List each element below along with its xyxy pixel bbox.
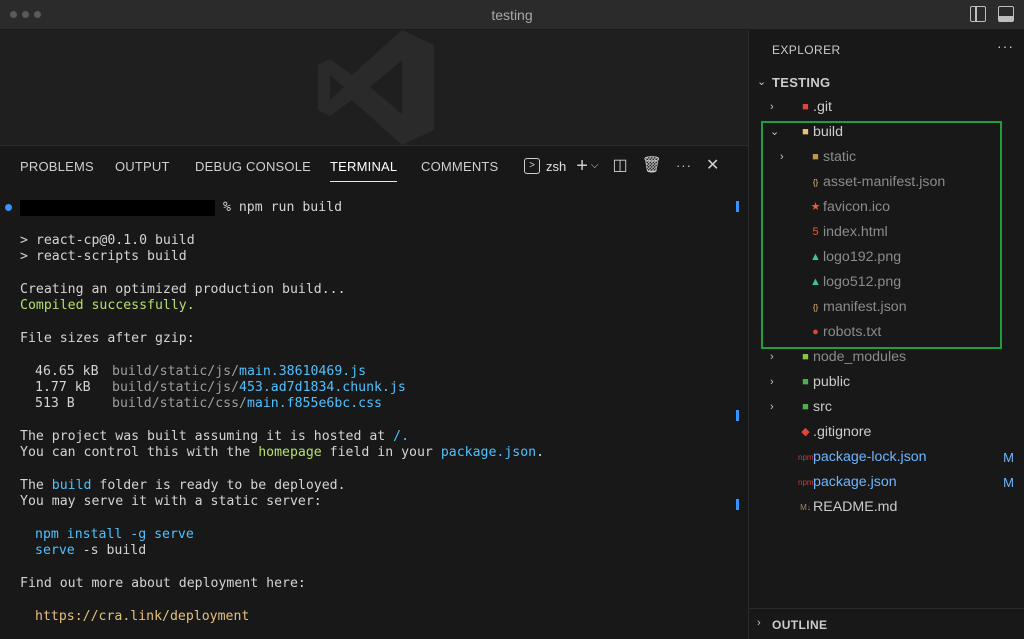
scroll-marker [736,201,739,212]
terminal-line: You may serve it with a static server: [20,494,322,509]
tree-item[interactable]: › ■ public [749,370,1024,395]
panel-actions: > zsh + ⌵ ◫ 🗑 ··· ✕ [524,156,719,176]
terminal-line: serve -s build [35,543,147,558]
src-folder-icon: ■ [802,401,809,413]
scroll-marker [736,410,739,421]
tree-item[interactable]: npm package-lock.json M [749,445,1024,470]
command-decoration-icon [5,204,12,211]
split-terminal-icon[interactable]: ◫ [613,158,628,174]
tab-output[interactable]: OUTPUT [115,159,170,174]
markdown-icon: M↓ [800,503,811,512]
chevron-right-icon: › [757,617,761,629]
node-folder-icon: ■ [802,351,809,363]
file-size-row: 513 Bbuild/static/css/main.f855e6bc.css [35,396,382,411]
shell-label[interactable]: zsh [546,159,566,174]
workspace-root[interactable]: ⌄ TESTING [749,70,1024,95]
modified-badge: M [1003,475,1014,490]
vscode-watermark-icon [318,30,434,145]
explorer-title: EXPLORER [772,43,841,57]
success-line: Compiled successfully. [20,298,195,313]
tree-item-label: src [813,399,832,415]
toggle-panel-icon[interactable] [998,6,1014,22]
tree-item-label: package.json [813,474,897,490]
bottom-panel: PROBLEMS OUTPUT DEBUG CONSOLE TERMINAL C… [0,145,748,639]
highlight-box [761,121,1002,349]
explorer-more-icon[interactable]: ··· [997,38,1014,54]
tree-item-label: .git [813,99,832,115]
npm-icon: npm [798,453,814,462]
terminal-line: The build folder is ready to be deployed… [20,478,346,493]
tree-item[interactable]: › ■ src [749,395,1024,420]
toggle-sidebar-icon[interactable] [970,6,986,22]
new-terminal-icon[interactable]: + [576,156,588,176]
title-bar: testing [0,0,1024,30]
outline-section[interactable]: › OUTLINE [749,608,1024,639]
tree-item-label: public [813,374,851,390]
tree-item-label: README.md [813,499,898,515]
npm-icon: npm [798,478,814,487]
terminal-line: The project was built assuming it is hos… [20,429,410,444]
window-title: testing [491,7,533,23]
tab-terminal[interactable]: TERMINAL [330,159,398,182]
tab-problems[interactable]: PROBLEMS [20,159,94,174]
tree-item-label: .gitignore [813,424,872,440]
chevron-right-icon: › [770,376,774,388]
public-folder-icon: ■ [802,376,809,388]
terminal-line: npm install -g serve [35,527,194,542]
command-text: % npm run build [215,200,343,215]
tree-item-label: package-lock.json [813,449,927,465]
close-panel-icon[interactable]: ✕ [706,158,719,174]
explorer-sidebar: EXPLORER ··· ⌄ TESTING › ■ .git ⌄ ■ build › ■ st… [749,30,1024,639]
tab-comments[interactable]: COMMENTS [421,159,498,174]
tree-item[interactable]: › ■ .git [749,95,1024,120]
tree-item[interactable]: ◆ .gitignore [749,420,1024,445]
file-size-row: 1.77 kB build/static/js/453.ad7d1834.chun… [35,380,406,395]
terminal-output[interactable]: % npm run build > react-cp@0.1.0 build >… [0,194,748,639]
terminal-icon[interactable]: > [524,158,540,174]
terminal-line: File sizes after gzip: [20,331,195,346]
terminal-line: > react-scripts build [20,249,187,264]
terminal-line: You can control this with the homepage f… [20,445,545,460]
deployment-link[interactable]: https://cra.link/deployment [35,609,249,625]
chevron-right-icon: › [770,401,774,413]
trash-icon[interactable]: 🗑 [642,158,662,174]
more-actions-icon[interactable]: ··· [676,158,692,174]
chevron-down-icon: ⌄ [757,76,767,88]
git-folder-icon: ■ [802,101,809,113]
chevron-down-icon[interactable]: ⌵ [591,158,599,174]
tree-item[interactable]: M↓ README.md [749,495,1024,520]
terminal-line: > react-cp@0.1.0 build [20,233,195,248]
file-size-row: 46.65 kB build/static/js/main.38610469.js [35,364,367,379]
scroll-marker [736,499,739,510]
git-icon: ◆ [801,426,810,438]
redacted-prompt [20,200,215,216]
terminal-line: Creating an optimized production build..… [20,282,346,297]
tree-item[interactable]: npm package.json M [749,470,1024,495]
prompt-line: % npm run build [20,200,342,216]
chevron-right-icon: › [770,101,774,113]
modified-badge: M [1003,450,1014,465]
editor-area [0,30,748,145]
tab-debug-console[interactable]: DEBUG CONSOLE [195,159,311,174]
terminal-line: Find out more about deployment here: [20,576,306,591]
